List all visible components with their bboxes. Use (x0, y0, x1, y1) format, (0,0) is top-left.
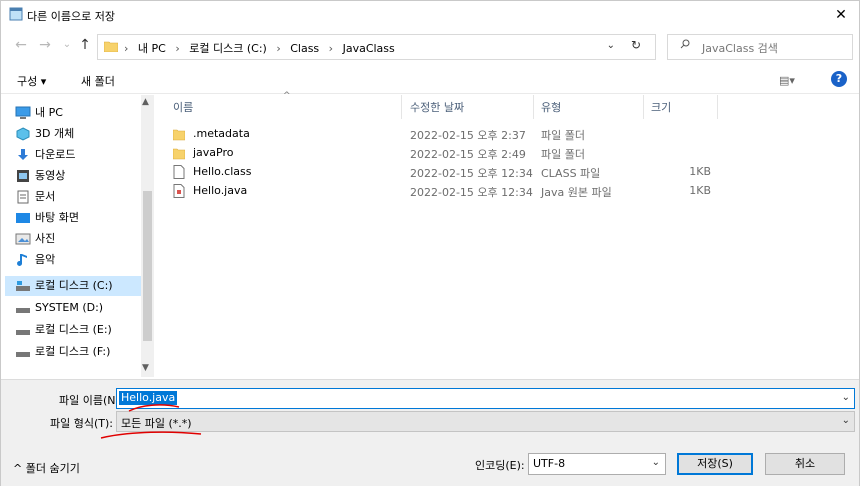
encoding-dropdown-chevron-icon[interactable]: ⌄ (652, 457, 660, 468)
drive-icon (16, 308, 30, 313)
view-options-icon[interactable]: ▤▾ (779, 74, 795, 87)
pc-icon (15, 106, 31, 119)
sidebar-item-desktop[interactable]: 바탕 화면 (15, 208, 147, 228)
sidebar-item-local-disk-f[interactable]: 로컬 디스크 (F:) (15, 342, 147, 362)
address-dropdown-chevron-icon[interactable]: ⌄ (607, 40, 615, 51)
navigation-bar: ← → ⌄ ↑ › 내 PC › 로컬 디스크 (C:) › Class › J… (1, 33, 859, 61)
save-as-dialog: 다른 이름으로 저장 ✕ ← → ⌄ ↑ › 내 PC › 로컬 디스크 (C:… (0, 0, 860, 486)
back-arrow-icon[interactable]: ← (13, 37, 29, 53)
forward-arrow-icon[interactable]: → (37, 37, 53, 53)
breadcrumb-separator-icon: › (328, 42, 334, 55)
breadcrumb-item[interactable]: 내 PC (138, 42, 166, 55)
drive-icon (16, 330, 30, 335)
cube-icon (16, 127, 30, 141)
search-input[interactable]: JavaClass 검색 (667, 34, 853, 60)
sidebar-item-pictures[interactable]: 사진 (15, 229, 147, 249)
encoding-select[interactable]: UTF-8 ⌄ (528, 453, 666, 475)
folder-icon (104, 41, 118, 52)
save-form-panel: 파일 이름(N): Hello.java ⌄ 파일 형식(T): 모든 파일 (… (1, 379, 859, 486)
breadcrumb-separator-icon: › (276, 42, 281, 55)
breadcrumb-item[interactable]: JavaClass (343, 42, 395, 55)
file-row[interactable]: javaPro 2022-02-15 오후 2:49 파일 폴더 (173, 144, 733, 163)
desktop-icon (16, 213, 30, 223)
sidebar-item-local-disk-c[interactable]: 로컬 디스크 (C:) (5, 276, 147, 296)
cancel-button[interactable]: 취소 (765, 453, 845, 475)
sidebar-item-this-pc[interactable]: 내 PC (15, 103, 147, 123)
sidebar-item-local-disk-e[interactable]: 로컬 디스크 (E:) (15, 320, 147, 340)
scroll-up-icon[interactable]: ▲ (142, 97, 149, 107)
column-divider[interactable] (401, 95, 402, 119)
picture-icon (15, 233, 31, 245)
file-row[interactable]: Hello.java 2022-02-15 오후 12:34 Java 원본 파… (173, 182, 733, 201)
file-list: ^ 이름 수정한 날짜 유형 크기 .metadata 2022-02-15 오… (161, 91, 851, 377)
filename-input[interactable]: Hello.java ⌄ (116, 388, 855, 409)
sidebar-item-music[interactable]: 음악 (15, 250, 147, 270)
filename-value[interactable]: Hello.java (119, 391, 178, 405)
filename-dropdown-chevron-icon[interactable]: ⌄ (842, 392, 850, 403)
file-row[interactable]: .metadata 2022-02-15 오후 2:37 파일 폴더 (173, 125, 733, 144)
recent-locations-chevron-icon[interactable]: ⌄ (59, 37, 75, 53)
sidebar-item-system-d[interactable]: SYSTEM (D:) (15, 298, 147, 318)
sidebar-item-3d-objects[interactable]: 3D 개체 (15, 124, 147, 144)
video-icon (17, 170, 29, 182)
column-divider[interactable] (643, 95, 644, 119)
title-bar: 다른 이름으로 저장 ✕ (1, 1, 859, 29)
column-header-name[interactable]: 이름 (173, 99, 193, 115)
hide-folders-toggle[interactable]: ^ 폴더 숨기기 (13, 460, 80, 476)
up-arrow-icon[interactable]: ↑ (77, 37, 93, 53)
column-header-modified[interactable]: 수정한 날짜 (410, 99, 464, 115)
filename-label: 파일 이름(N): (59, 394, 124, 407)
column-header-type[interactable]: 유형 (541, 99, 561, 115)
encoding-value: UTF-8 (533, 457, 566, 470)
music-icon (17, 254, 27, 266)
download-icon (18, 149, 28, 160)
encoding-label: 인코딩(E): (475, 459, 525, 472)
new-folder-button[interactable]: 새 폴더 (81, 73, 115, 89)
address-bar[interactable]: › 내 PC › 로컬 디스크 (C:) › Class › JavaClass… (97, 34, 656, 60)
breadcrumb: › 내 PC › 로컬 디스크 (C:) › Class › JavaClass (124, 40, 401, 56)
drive-icon (16, 281, 30, 291)
breadcrumb-separator-icon: › (175, 42, 180, 55)
save-button[interactable]: 저장(S) (677, 453, 753, 475)
sort-ascending-icon: ^ (283, 91, 291, 101)
sidebar-scrollbar[interactable]: ▲ ▼ (141, 95, 154, 377)
navigation-pane: 내 PC 3D 개체 다운로드 동영상 문서 바탕 화면 사진 음악 로컬 디스… (1, 95, 153, 377)
breadcrumb-item[interactable]: 로컬 디스크 (C:) (189, 42, 267, 55)
sidebar-item-videos[interactable]: 동영상 (15, 166, 147, 186)
column-divider[interactable] (717, 95, 718, 119)
scrollbar-thumb[interactable] (143, 191, 152, 341)
filetype-dropdown-chevron-icon[interactable]: ⌄ (842, 415, 850, 426)
search-icon (680, 39, 690, 49)
notepad-icon (9, 7, 23, 21)
breadcrumb-separator-icon: › (124, 42, 129, 55)
folder-icon (173, 148, 185, 160)
refresh-icon[interactable]: ↻ (631, 38, 641, 52)
sidebar-item-downloads[interactable]: 다운로드 (15, 145, 147, 165)
organize-menu-button[interactable]: 구성 ▾ (17, 73, 46, 89)
breadcrumb-item[interactable]: Class (290, 42, 319, 55)
sidebar-item-documents[interactable]: 문서 (15, 187, 147, 207)
file-row[interactable]: Hello.class 2022-02-15 오후 12:34 CLASS 파일… (173, 163, 733, 182)
folder-icon (173, 129, 185, 141)
java-file-icon (173, 184, 185, 198)
filetype-select[interactable]: 모든 파일 (*.*) ⌄ (116, 411, 855, 432)
window-title: 다른 이름으로 저장 (27, 10, 115, 23)
command-toolbar: 구성 ▾ 새 폴더 ▤▾ ? (1, 67, 859, 94)
close-button[interactable]: ✕ (831, 5, 851, 25)
filetype-label: 파일 형식(T): (50, 417, 113, 430)
help-icon[interactable]: ? (831, 71, 847, 87)
document-icon (17, 190, 29, 204)
scroll-down-icon[interactable]: ▼ (142, 363, 149, 373)
column-divider[interactable] (533, 95, 534, 119)
column-header-size[interactable]: 크기 (651, 99, 671, 115)
search-placeholder: JavaClass 검색 (702, 42, 778, 55)
filetype-value: 모든 파일 (*.*) (121, 417, 192, 430)
drive-icon (16, 352, 30, 357)
file-icon (173, 165, 185, 179)
